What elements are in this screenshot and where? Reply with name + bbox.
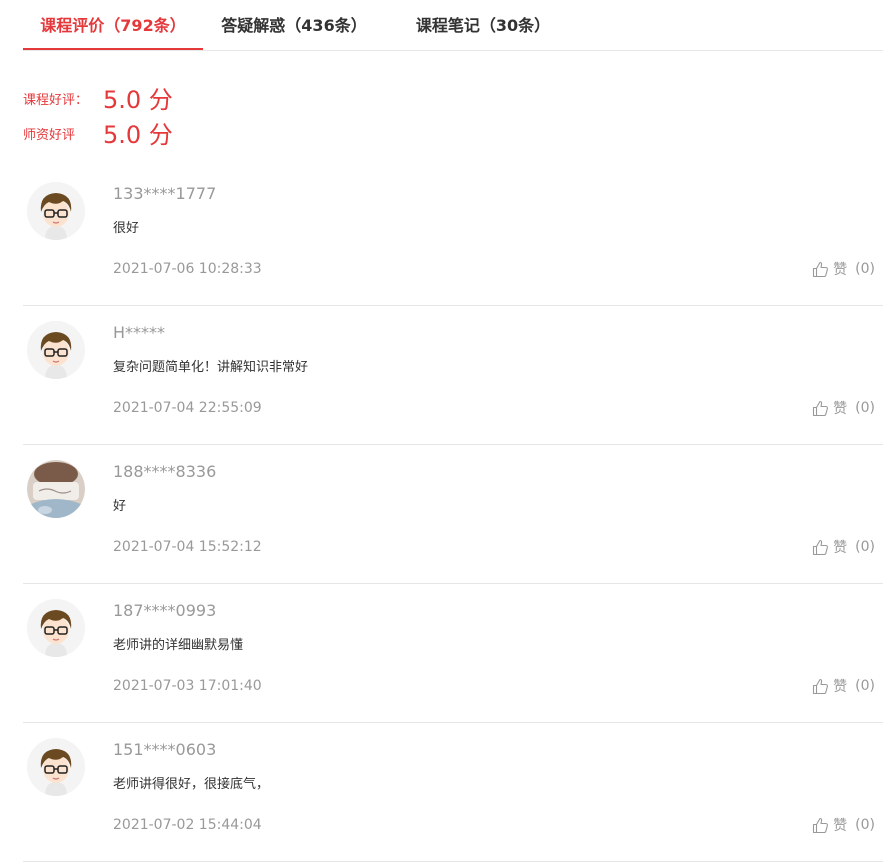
- comment-text: 很好: [113, 221, 140, 236]
- comment-text: 复杂问题简单化！讲解知识非常好: [113, 360, 309, 375]
- like-count: (0): [855, 678, 875, 694]
- thumbs-up-icon: [813, 678, 829, 694]
- like-button[interactable]: 赞 (0): [812, 538, 875, 556]
- thumbs-up-icon: [813, 400, 829, 416]
- like-button[interactable]: 赞 (0): [812, 816, 875, 834]
- like-label: 赞: [833, 262, 848, 278]
- tab-course-reviews[interactable]: 课程评价（792条）: [23, 0, 203, 50]
- like-label: 赞: [833, 540, 848, 556]
- comment-item: H***** 复杂问题简单化！讲解知识非常好 2021-07-04 22:55:…: [23, 306, 883, 445]
- comment-item: 188****8336 好 2021-07-04 15:52:12 赞 (0): [23, 445, 883, 584]
- like-count: (0): [855, 261, 875, 277]
- photo-avatar: [27, 460, 85, 518]
- comment-timestamp: 2021-07-03 17:01:40: [113, 678, 262, 694]
- comment-item: 151****0603 老师讲得很好，很接底气， 2021-07-02 15:4…: [23, 723, 883, 862]
- like-count: (0): [855, 400, 875, 416]
- cartoon-boy-avatar: [27, 738, 85, 796]
- like-button[interactable]: 赞 (0): [812, 260, 875, 278]
- like-label: 赞: [833, 401, 848, 417]
- like-count: (0): [855, 817, 875, 833]
- thumbs-up-icon: [813, 261, 829, 277]
- tab-bar: 课程评价（792条） 答疑解惑（436条） 课程笔记（30条）: [23, 0, 883, 51]
- comment-username: 133****1777: [113, 184, 217, 203]
- comment-timestamp: 2021-07-04 22:55:09: [113, 400, 262, 416]
- comment-list: 133****1777 很好 2021-07-06 10:28:33 赞 (0): [23, 167, 883, 862]
- teacher-rating-value: 5.0 分: [103, 121, 173, 149]
- cartoon-boy-avatar: [27, 599, 85, 657]
- thumbs-up-icon: [813, 539, 829, 555]
- comment-timestamp: 2021-07-04 15:52:12: [113, 539, 262, 555]
- comment-username: 188****8336: [113, 462, 217, 481]
- comment-username: H*****: [113, 323, 166, 342]
- teacher-rating-label: 师资好评: [23, 128, 76, 143]
- comment-text: 老师讲得很好，很接底气，: [113, 777, 270, 792]
- like-label: 赞: [833, 679, 848, 695]
- comment-text: 好: [113, 499, 127, 514]
- like-button[interactable]: 赞 (0): [812, 677, 875, 695]
- tab-course-notes[interactable]: 课程笔记（30条）: [413, 0, 553, 48]
- tab-qa[interactable]: 答疑解惑（436条）: [219, 0, 369, 48]
- thumbs-up-icon: [813, 817, 829, 833]
- comment-username: 187****0993: [113, 601, 217, 620]
- course-rating-label: 课程好评：: [23, 93, 89, 108]
- like-count: (0): [855, 539, 875, 555]
- comment-text: 老师讲的详细幽默易懂: [113, 638, 244, 653]
- like-button[interactable]: 赞 (0): [812, 399, 875, 417]
- like-label: 赞: [833, 818, 848, 834]
- cartoon-boy-avatar: [27, 182, 85, 240]
- comment-timestamp: 2021-07-02 15:44:04: [113, 817, 262, 833]
- comment-username: 151****0603: [113, 740, 217, 759]
- comment-item: 133****1777 很好 2021-07-06 10:28:33 赞 (0): [23, 167, 883, 306]
- comment-item: 187****0993 老师讲的详细幽默易懂 2021-07-03 17:01:…: [23, 584, 883, 723]
- comment-timestamp: 2021-07-06 10:28:33: [113, 261, 262, 277]
- cartoon-boy-avatar: [27, 321, 85, 379]
- course-rating-value: 5.0 分: [103, 86, 173, 114]
